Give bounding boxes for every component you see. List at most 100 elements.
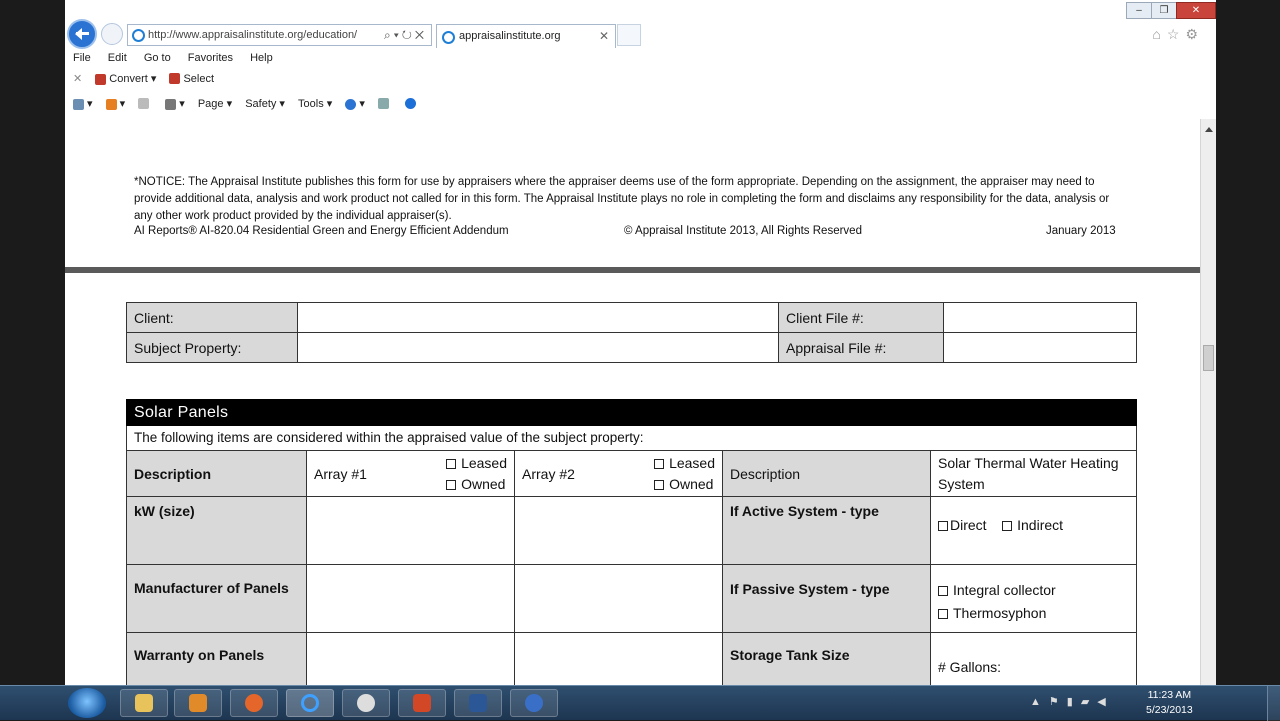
mail-icon[interactable] [138, 98, 152, 110]
ie-taskbar-button[interactable] [286, 689, 334, 717]
active-type-label: If Active System - type [722, 496, 931, 565]
safety-menu-label: Safety [245, 98, 277, 110]
scroll-thumb[interactable] [1203, 345, 1214, 371]
clock-time: 11:23 AM [1147, 689, 1192, 701]
array1-leased-checkbox[interactable] [446, 458, 457, 469]
direct-option[interactable]: Direct [938, 517, 987, 533]
array2-owned-label: Owned [669, 475, 714, 492]
integral-option[interactable]: Integral collector [938, 582, 1056, 598]
menu-edit[interactable]: Edit [108, 52, 127, 64]
system-tray: ▲⚑▮▰◀ [1030, 695, 1114, 708]
solar-thermal-label: Solar Thermal Water Heating System [930, 450, 1137, 497]
manufacturer-array2-field[interactable] [514, 564, 723, 633]
powerpoint-icon [413, 694, 431, 712]
word-taskbar-button[interactable] [454, 689, 502, 717]
home-favorites-settings: ⌂☆⚙ [1152, 26, 1204, 43]
page-separator [65, 267, 1200, 273]
thermosyphon-checkbox[interactable] [938, 609, 948, 620]
passive-type-cell: Integral collector Thermosyphon [930, 564, 1137, 633]
bluetooth-icon[interactable] [405, 98, 419, 110]
volume-icon[interactable]: ◀ [1097, 696, 1113, 708]
menu-help[interactable]: Help [250, 52, 273, 64]
usb-icon[interactable]: ▮ [1067, 696, 1081, 708]
forward-button[interactable] [101, 23, 123, 45]
menu-goto[interactable]: Go to [144, 52, 171, 64]
form-date: January 2013 [1046, 225, 1116, 237]
page-menu[interactable]: Page ▾ [198, 97, 232, 110]
scroll-up-icon[interactable] [1205, 127, 1213, 132]
close-bar-icon[interactable]: ✕ [73, 72, 82, 85]
convert-button[interactable]: Convert ▾ [95, 72, 156, 85]
subject-property-field[interactable] [297, 332, 779, 363]
description2-label: Description [722, 450, 931, 497]
print-icon[interactable]: ▾ [165, 97, 185, 110]
array2-owned[interactable]: Owned [654, 476, 713, 492]
array1-label: Array #1 [314, 465, 367, 482]
menu-favorites[interactable]: Favorites [188, 52, 233, 64]
client-field[interactable] [297, 302, 779, 333]
client-file-field[interactable] [943, 302, 1137, 333]
flag-icon[interactable]: ⚑ [1049, 696, 1067, 708]
thermosyphon-option[interactable]: Thermosyphon [938, 605, 1046, 621]
close-window-button[interactable]: ✕ [1176, 2, 1216, 19]
home-toolbar-icon[interactable]: ▾ [73, 97, 93, 110]
vertical-scrollbar[interactable] [1200, 119, 1216, 685]
tools-menu[interactable]: Tools ▾ [298, 97, 332, 110]
warranty-array2-field[interactable] [514, 632, 723, 685]
kw-array1-field[interactable] [306, 496, 515, 565]
warranty-array1-field[interactable] [306, 632, 515, 685]
tray-expand-icon[interactable]: ▲ [1030, 696, 1049, 708]
indirect-checkbox[interactable] [1002, 521, 1013, 532]
array1-owned-label: Owned [461, 475, 506, 492]
home-icon[interactable]: ⌂ [1152, 26, 1166, 42]
address-url: http://www.appraisalinstitute.org/educat… [148, 29, 358, 41]
integral-label: Integral collector [953, 582, 1056, 598]
array2-cell: Array #2 Leased Owned [514, 450, 723, 497]
kw-array2-field[interactable] [514, 496, 723, 565]
appraisal-file-field[interactable] [943, 332, 1137, 363]
select-button[interactable]: Select [169, 73, 214, 85]
minimize-button[interactable]: – [1126, 2, 1152, 19]
kw-size-label: kW (size) [126, 496, 307, 565]
show-desktop-button[interactable] [1267, 686, 1280, 721]
safety-menu[interactable]: Safety ▾ [245, 97, 285, 110]
explorer-taskbar-button[interactable] [120, 689, 168, 717]
form-id: AI Reports® AI-820.04 Residential Green … [134, 225, 509, 237]
array1-owned-checkbox[interactable] [446, 479, 457, 490]
manufacturer-array1-field[interactable] [306, 564, 515, 633]
start-button[interactable] [68, 688, 106, 718]
direct-label: Direct [950, 517, 987, 533]
array1-owned[interactable]: Owned [446, 476, 505, 492]
firefox-taskbar-button[interactable] [230, 689, 278, 717]
rss-icon[interactable]: ▾ [105, 97, 125, 110]
integral-checkbox[interactable] [938, 586, 948, 597]
ie-icon [132, 29, 145, 42]
clock[interactable]: 11:23 AM 5/23/2013 [1146, 688, 1193, 718]
address-bar[interactable]: http://www.appraisalinstitute.org/educat… [127, 24, 432, 46]
star-icon[interactable]: ☆ [1167, 26, 1186, 42]
tab-appraisalinstitute[interactable]: appraisalinstitute.org ✕ [436, 24, 616, 48]
direct-checkbox[interactable] [938, 521, 948, 532]
convert-icon [95, 73, 107, 85]
back-button[interactable] [67, 19, 97, 49]
array2-owned-checkbox[interactable] [654, 479, 665, 490]
gear-icon[interactable]: ⚙ [1185, 26, 1204, 42]
array1-leased[interactable]: Leased [446, 455, 507, 471]
array2-leased[interactable]: Leased [654, 455, 715, 471]
flower-app-taskbar-button[interactable] [510, 689, 558, 717]
tools-menu-label: Tools [298, 98, 324, 110]
array2-leased-checkbox[interactable] [654, 458, 665, 469]
network-icon[interactable]: ▰ [1081, 696, 1097, 708]
wifi-taskbar-button[interactable] [342, 689, 390, 717]
powerpoint-taskbar-button[interactable] [398, 689, 446, 717]
close-tab-icon[interactable]: ✕ [599, 25, 609, 47]
help-icon[interactable]: ▾ [345, 97, 365, 110]
new-tab-button[interactable] [617, 24, 641, 46]
active-type-cell: Direct Indirect [930, 496, 1137, 565]
indirect-option[interactable]: Indirect [1002, 517, 1063, 533]
flower-app-icon [525, 694, 543, 712]
restore-button[interactable]: ❐ [1151, 2, 1177, 19]
menu-file[interactable]: File [73, 52, 91, 64]
media-player-taskbar-button[interactable] [174, 689, 222, 717]
research-icon[interactable] [377, 98, 392, 110]
